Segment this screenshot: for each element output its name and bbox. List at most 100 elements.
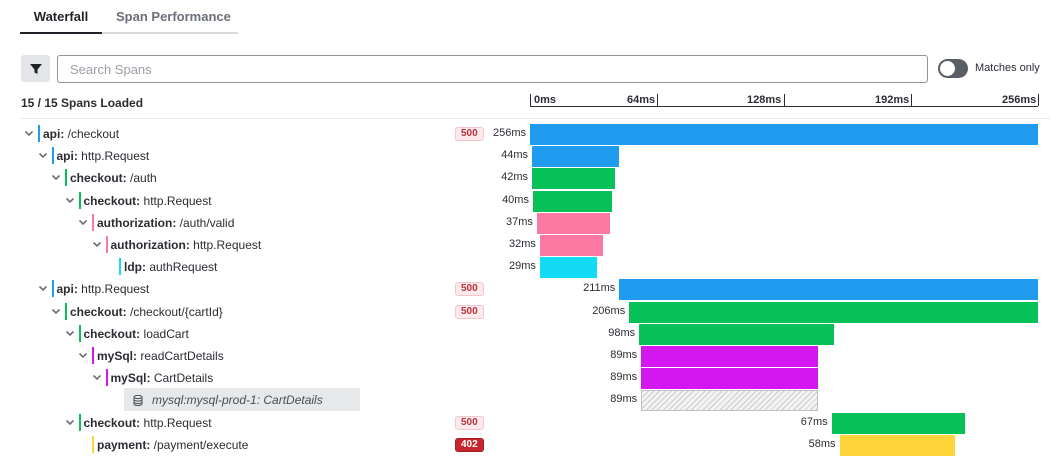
span-row[interactable]: authorization: http.Request 32ms [0,234,1056,256]
service-color-marker [92,213,94,231]
chevron-down-icon[interactable] [64,194,76,206]
chevron-down-icon[interactable] [64,416,76,428]
tab-span-performance[interactable]: Span Performance [116,9,231,24]
span-service: checkout: [70,304,127,319]
chevron-down-icon[interactable] [91,238,103,250]
span-row[interactable]: checkout: /auth 42ms [0,167,1056,190]
chevron-down-icon[interactable] [37,149,49,161]
search-input[interactable] [57,55,928,83]
span-operation: /payment/execute [150,437,249,452]
span-row[interactable]: checkout: http.Request 500 67ms [0,412,1056,434]
status-badge: 500 [455,282,484,297]
span-row[interactable]: payment: /payment/execute 402 58ms [0,434,1056,456]
span-service: ldp: [124,260,146,275]
service-color-marker [51,280,54,298]
span-name: ldp: authRequest [124,260,217,274]
chevron-down-icon[interactable] [64,327,76,339]
span-service: api: [56,282,78,297]
filter-button[interactable] [21,55,50,82]
span-operation: /checkout [64,127,120,141]
span-name: api: /checkout [43,127,119,141]
span-name: payment: /payment/execute [97,438,248,452]
tab-waterfall[interactable]: Waterfall [20,9,102,34]
span-row[interactable]: api: http.Request 500 211ms [0,278,1056,301]
span-duration-bar[interactable] [536,212,611,234]
span-name: checkout: http.Request [84,416,212,430]
span-service: authorization: [97,215,177,230]
span-operation: /auth [126,171,157,186]
matches-only-toggle[interactable] [938,59,968,78]
span-service: checkout: [70,171,127,186]
span-duration-label: 89ms [610,349,638,361]
matches-only-label: Matches only [975,62,1040,74]
span-duration-bar[interactable] [531,168,616,190]
span-duration-bar[interactable] [531,146,620,168]
span-duration-bar[interactable] [641,390,818,412]
chevron-down-icon[interactable] [77,349,89,361]
axis-label-64: 64ms [627,94,656,106]
span-service: mySql: [97,349,138,363]
span-row[interactable]: mysql:mysql-prod-1: CartDetails 89ms [0,388,1056,412]
span-row[interactable]: ldp: authRequest 29ms [0,256,1056,279]
service-color-marker [65,169,67,187]
span-duration-label: 32ms [509,238,536,250]
span-duration-label: 89ms [610,371,638,384]
span-duration-bar[interactable] [629,301,1038,323]
axis-tick [911,94,912,106]
axis-label-128: 128ms [747,94,782,106]
axis-label-256: 256ms [1002,94,1037,106]
span-operation: CartDetails [150,371,214,386]
span-row[interactable]: mySql: readCartDetails 89ms [0,345,1056,367]
span-name: checkout: http.Request [84,194,212,208]
span-operation: authRequest [146,260,218,275]
span-duration-bar[interactable] [839,434,955,456]
span-duration-bar[interactable] [619,279,1038,301]
span-duration-bar[interactable] [641,346,818,367]
status-badge: 500 [455,415,484,430]
service-color-marker [92,347,94,364]
span-row[interactable]: checkout: http.Request 40ms [0,190,1056,212]
chevron-down-icon[interactable] [91,371,103,383]
span-duration-label: 89ms [610,393,638,406]
span-duration-label: 211ms [583,282,616,295]
service-color-marker [78,191,81,209]
span-row[interactable]: api: http.Request 44ms [0,145,1056,168]
span-name: api: http.Request [57,149,150,163]
span-operation: http.Request [77,149,150,164]
span-name: authorization: /auth/valid [97,216,234,230]
chevron-down-icon[interactable] [23,127,35,139]
span-duration-bar[interactable] [641,368,818,390]
span-duration-label: 58ms [808,437,836,450]
span-row[interactable]: api: /checkout 500 256ms [0,123,1056,145]
service-color-marker [51,147,54,165]
span-duration-bar[interactable] [532,190,613,212]
span-duration-bar[interactable] [831,412,965,434]
span-row[interactable]: checkout: loadCart 98ms [0,323,1056,345]
span-row[interactable]: checkout: /checkout/{cartId} 500 206ms [0,301,1056,323]
service-color-marker [38,125,40,142]
db-span-name: mysql:mysql-prod-1: CartDetails [152,393,323,408]
span-duration-bar[interactable] [539,235,604,256]
span-row[interactable]: mySql: CartDetails 89ms [0,367,1056,390]
span-duration-label: 67ms [800,415,828,428]
span-duration-bar[interactable] [530,124,1038,145]
service-color-marker [78,324,81,342]
filter-icon [29,63,42,74]
chevron-down-icon[interactable] [50,305,62,317]
span-service: authorization: [110,238,190,252]
tab-bar: Waterfall Span Performance [20,0,238,34]
chevron-down-icon[interactable] [50,171,62,183]
axis-label-0: 0ms [534,94,557,106]
chevron-down-icon[interactable] [37,282,49,294]
span-row[interactable]: authorization: /auth/valid 37ms [0,212,1056,234]
toggle-knob [940,61,955,76]
span-duration-bar[interactable] [639,323,834,345]
span-service: checkout: [83,193,141,208]
span-duration-label: 206ms [592,304,626,317]
axis-label-192: 192ms [875,94,910,106]
axis-tick [1038,94,1039,106]
axis-baseline [530,106,1038,107]
chevron-down-icon[interactable] [77,216,89,228]
span-duration-bar[interactable] [539,257,598,279]
span-service: checkout: [83,326,141,341]
